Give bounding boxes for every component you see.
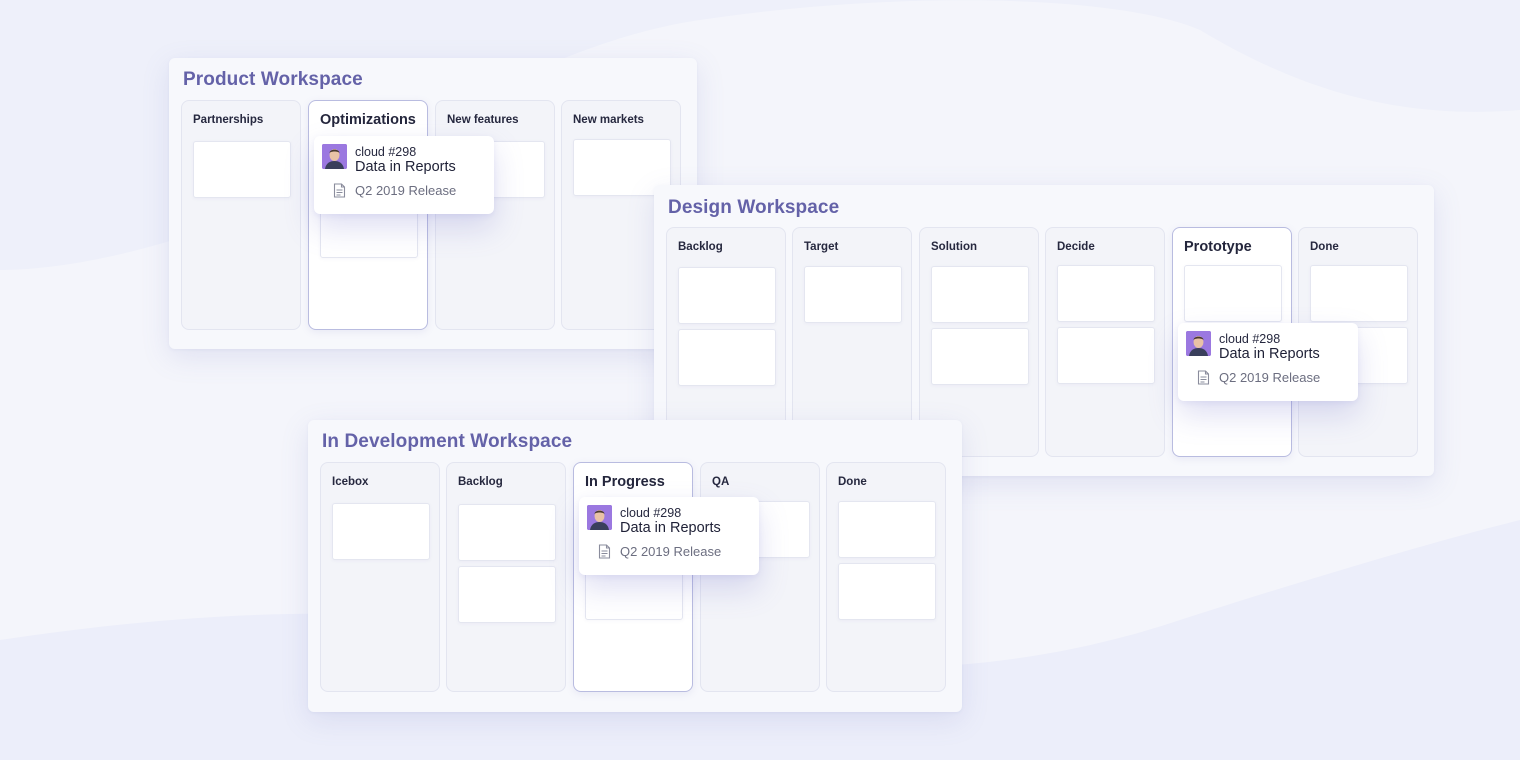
workspace-title: Product Workspace — [183, 69, 363, 90]
document-icon — [1197, 370, 1210, 385]
avatar — [587, 505, 612, 530]
dragged-card[interactable]: cloud #298 Data in Reports Q2 2019 Relea… — [314, 136, 494, 214]
avatar — [322, 144, 347, 169]
column-icebox[interactable]: Icebox — [320, 462, 440, 692]
column-decide[interactable]: Decide — [1045, 227, 1165, 457]
card-title: Data in Reports — [620, 520, 721, 536]
card-title: Data in Reports — [355, 159, 456, 175]
card[interactable] — [838, 501, 936, 558]
column-title: Backlog — [678, 241, 723, 253]
column-title: New features — [447, 114, 519, 126]
column-title: Optimizations — [320, 112, 416, 128]
column-backlog[interactable]: Backlog — [446, 462, 566, 692]
column-title: New markets — [573, 114, 644, 126]
column-partnerships[interactable]: Partnerships — [181, 100, 301, 330]
column-title: In Progress — [585, 474, 665, 490]
card[interactable] — [458, 504, 556, 561]
card[interactable] — [931, 328, 1029, 385]
card[interactable] — [1057, 265, 1155, 322]
workspace-title: Design Workspace — [668, 197, 840, 218]
card-release: Q2 2019 Release — [355, 183, 457, 198]
card[interactable] — [458, 566, 556, 623]
card-release: Q2 2019 Release — [620, 544, 722, 559]
column-title: Done — [838, 476, 867, 488]
column-title: Target — [804, 241, 839, 253]
column-title: Prototype — [1184, 239, 1252, 255]
card-title: Data in Reports — [1219, 346, 1320, 362]
column-title: Partnerships — [193, 114, 264, 126]
column-title: Backlog — [458, 476, 503, 488]
card-id: cloud #298 — [1219, 332, 1281, 346]
card[interactable] — [193, 141, 291, 198]
dragged-card[interactable]: cloud #298 Data in Reports Q2 2019 Relea… — [579, 497, 759, 575]
column-title: QA — [712, 476, 730, 488]
column-optimizations[interactable]: Optimizations — [308, 100, 428, 330]
column-title: Done — [1310, 241, 1339, 253]
card[interactable] — [931, 266, 1029, 323]
workspace-title: In Development Workspace — [322, 431, 573, 452]
column-title: Solution — [931, 241, 977, 253]
card-release: Q2 2019 Release — [1219, 370, 1321, 385]
card[interactable] — [1184, 265, 1282, 322]
column-new-features[interactable]: New features — [435, 100, 555, 330]
column-done[interactable]: Done — [826, 462, 946, 692]
card-id: cloud #298 — [620, 506, 682, 520]
card[interactable] — [1310, 265, 1408, 322]
card-id: cloud #298 — [355, 145, 417, 159]
card[interactable] — [1057, 327, 1155, 384]
card[interactable] — [838, 563, 936, 620]
card[interactable] — [678, 267, 776, 324]
card[interactable] — [804, 266, 902, 323]
column-title: Decide — [1057, 241, 1095, 253]
document-icon — [598, 544, 611, 559]
column-title: Icebox — [332, 476, 369, 488]
avatar — [1186, 331, 1211, 356]
card[interactable] — [332, 503, 430, 560]
document-icon — [333, 183, 346, 198]
card[interactable] — [678, 329, 776, 386]
dragged-card[interactable]: cloud #298 Data in Reports Q2 2019 Relea… — [1178, 323, 1358, 401]
